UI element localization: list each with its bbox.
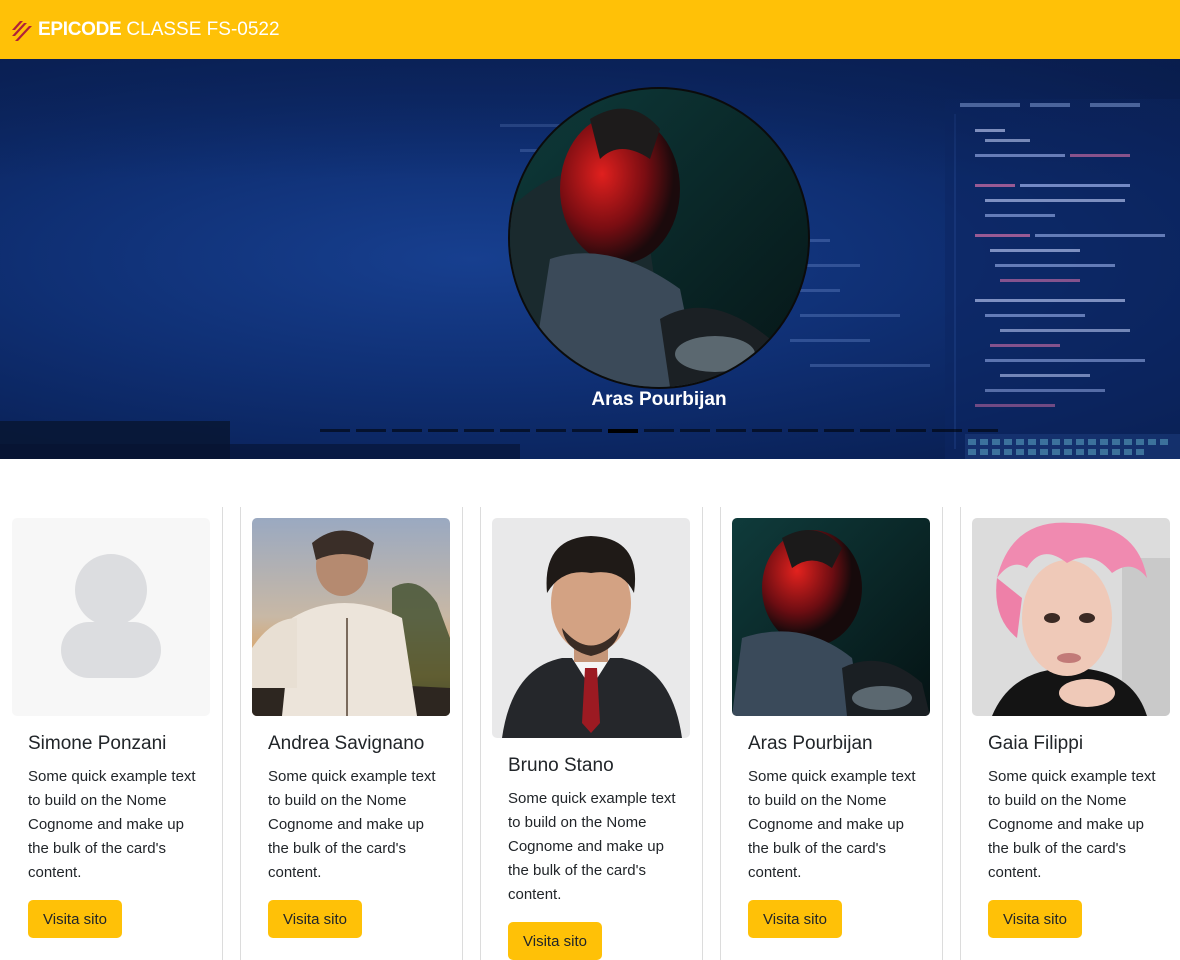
visit-site-button[interactable]: Visita sito xyxy=(28,900,122,938)
hero-avatar xyxy=(510,89,808,387)
card-text: Some quick example text to build on the … xyxy=(748,768,916,881)
navbar-brand[interactable]: EPICODE CLASSE FS-0522 xyxy=(10,17,280,43)
card-title: Aras Pourbijan xyxy=(748,733,873,754)
carousel-indicator[interactable] xyxy=(464,429,494,432)
card-title: Andrea Savignano xyxy=(268,733,425,754)
card-text: Some quick example text to build on the … xyxy=(508,790,676,903)
carousel-indicator[interactable] xyxy=(680,429,710,432)
card-image xyxy=(492,518,690,738)
card-image xyxy=(972,518,1170,716)
carousel-indicator[interactable] xyxy=(428,429,458,432)
user-placeholder-icon xyxy=(12,518,210,716)
carousel-indicators xyxy=(320,429,998,433)
card-text: Some quick example text to build on the … xyxy=(28,768,196,881)
navbar: EPICODE CLASSE FS-0522 xyxy=(0,0,1180,59)
column-divider xyxy=(222,507,223,960)
carousel-indicator[interactable] xyxy=(392,429,422,432)
card-image-placeholder xyxy=(12,518,210,716)
card-title: Bruno Stano xyxy=(508,755,614,776)
card-image xyxy=(252,518,450,716)
column-divider xyxy=(462,507,463,960)
brand-name: EPICODE xyxy=(38,19,122,40)
card-text: Some quick example text to build on the … xyxy=(988,768,1156,881)
visit-site-button[interactable]: Visita sito xyxy=(748,900,842,938)
card: Bruno Stano Some quick example text to b… xyxy=(480,507,720,960)
carousel-indicator[interactable] xyxy=(608,429,638,433)
carousel-indicator[interactable] xyxy=(716,429,746,432)
card: Aras Pourbijan Some quick example text t… xyxy=(720,507,960,960)
hero-portrait-image xyxy=(510,89,808,387)
card-title: Gaia Filippi xyxy=(988,733,1084,754)
carousel-indicator[interactable] xyxy=(320,429,350,432)
card-image xyxy=(732,518,930,716)
carousel-indicator[interactable] xyxy=(788,429,818,432)
hero-caption: Aras Pourbijan xyxy=(591,389,727,410)
column-divider xyxy=(942,507,943,960)
visit-site-button[interactable]: Visita sito xyxy=(268,900,362,938)
card: Andrea Savignano Some quick example text… xyxy=(240,507,480,960)
visit-site-button[interactable]: Visita sito xyxy=(988,900,1082,938)
carousel-indicator[interactable] xyxy=(968,429,998,432)
card-title: Simone Ponzani xyxy=(28,733,167,754)
carousel-indicator[interactable] xyxy=(572,429,602,432)
profile-photo xyxy=(732,518,930,716)
carousel-indicator[interactable] xyxy=(860,429,890,432)
visit-site-button[interactable]: Visita sito xyxy=(508,922,602,960)
carousel-indicator[interactable] xyxy=(896,429,926,432)
epicode-logo-icon xyxy=(12,21,32,41)
carousel-indicator[interactable] xyxy=(932,429,962,432)
hero-carousel[interactable]: Aras Pourbijan xyxy=(0,59,1180,459)
carousel-indicator[interactable] xyxy=(356,429,386,432)
carousel-indicator[interactable] xyxy=(824,429,854,432)
profile-photo xyxy=(252,518,450,716)
class-label: CLASSE FS-0522 xyxy=(126,19,280,40)
card: Gaia Filippi Some quick example text to … xyxy=(960,507,1180,960)
card: Simone Ponzani Some quick example text t… xyxy=(0,507,240,960)
profile-photo xyxy=(972,518,1170,716)
carousel-indicator[interactable] xyxy=(752,429,782,432)
carousel-indicator[interactable] xyxy=(536,429,566,432)
profile-photo xyxy=(492,518,690,738)
carousel-indicator[interactable] xyxy=(500,429,530,432)
card-text: Some quick example text to build on the … xyxy=(268,768,436,881)
column-divider xyxy=(702,507,703,960)
carousel-indicator[interactable] xyxy=(644,429,674,432)
